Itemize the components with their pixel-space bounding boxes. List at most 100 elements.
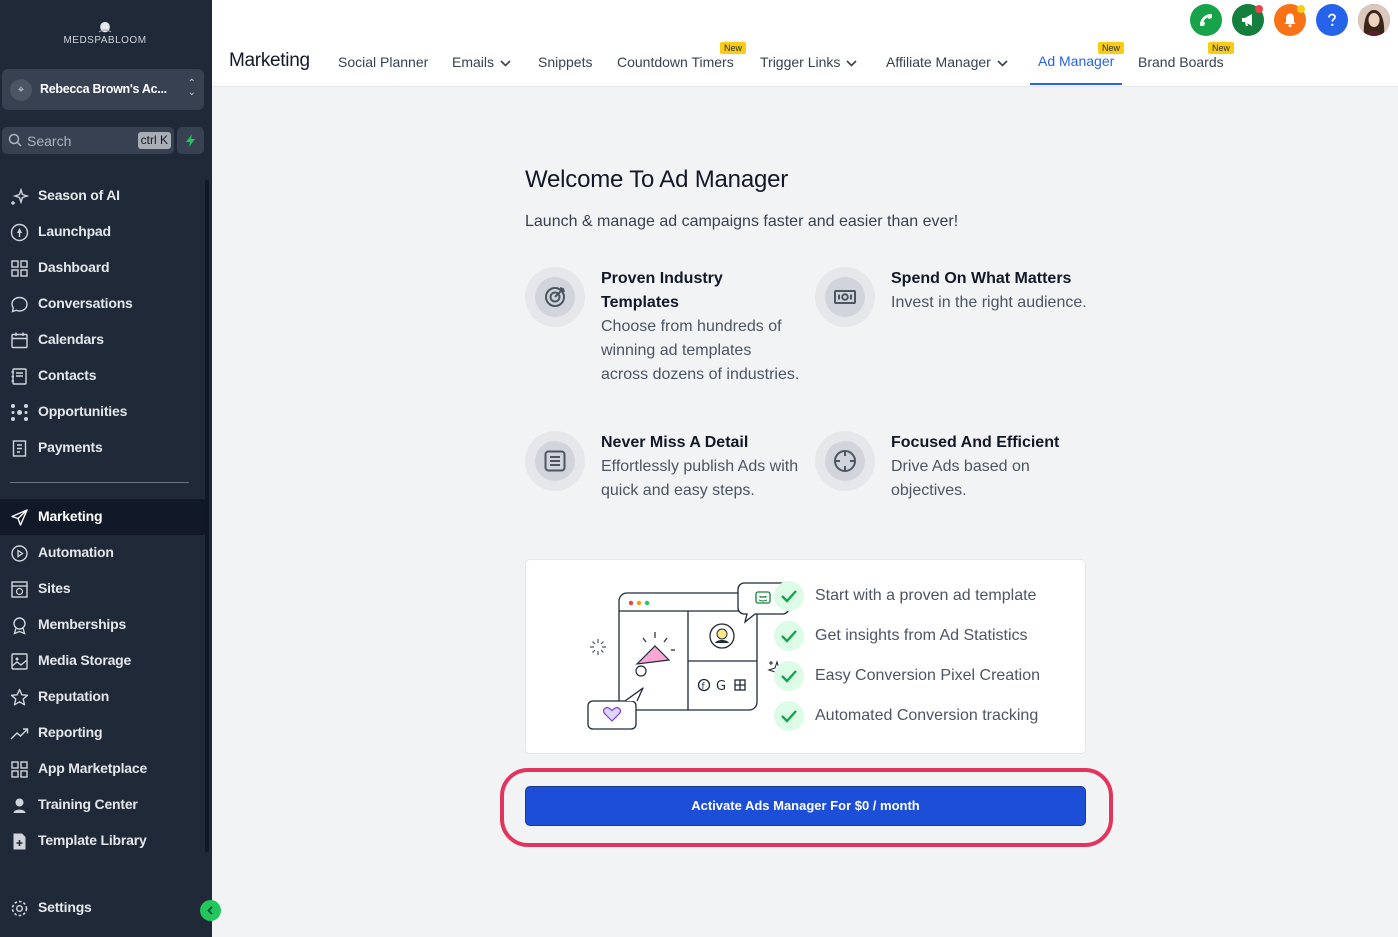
- sidebar-item-launchpad[interactable]: Launchpad: [0, 214, 206, 250]
- sidebar-item-training-center[interactable]: Training Center: [0, 787, 206, 823]
- list-icon: [544, 450, 566, 472]
- checklist-label: Start with a proven ad template: [815, 587, 1037, 604]
- feature-icon-circle: [525, 431, 585, 491]
- sidebar-item-label: Media Storage: [38, 652, 132, 668]
- help-button[interactable]: [1316, 4, 1348, 36]
- sidebar-divider: [10, 482, 189, 483]
- checklist-label: Automated Conversion tracking: [815, 707, 1039, 724]
- sidebar-item-marketing[interactable]: Marketing: [0, 499, 206, 535]
- quick-actions-button[interactable]: [177, 127, 204, 154]
- sidebar-item-label: Memberships: [38, 616, 127, 632]
- brand-logo[interactable]: MEDSPABLOOM: [50, 20, 160, 50]
- tab-brand-boards[interactable]: Brand Boards: [1138, 54, 1224, 70]
- sidebar-item-label: Reputation: [38, 688, 110, 704]
- activate-ads-manager-button[interactable]: Activate Ads Manager For $0 / month: [525, 786, 1086, 826]
- search-box[interactable]: Search ctrl K: [2, 127, 174, 154]
- active-tab-indicator: [1030, 83, 1122, 85]
- sidebar-item-app-marketplace[interactable]: App Marketplace: [0, 751, 206, 787]
- automation-icon: [11, 545, 28, 562]
- sidebar-item-calendars[interactable]: Calendars: [0, 322, 206, 358]
- sidebar-item-sites[interactable]: Sites: [0, 571, 206, 607]
- brand-name: MEDSPABLOOM: [63, 35, 147, 46]
- tab-countdown-timers[interactable]: Countdown Timers: [617, 54, 734, 70]
- ad-illustration: f G: [587, 582, 790, 730]
- tab-emails[interactable]: Emails: [452, 54, 511, 70]
- welcome-subtitle: Launch & manage ad campaigns faster and …: [525, 213, 959, 230]
- feature-proven-templates: Proven Industry Templates Choose from hu…: [525, 267, 799, 417]
- sidebar-item-label: Launchpad: [38, 223, 111, 239]
- send-icon: [11, 509, 28, 526]
- check-icon: [774, 621, 804, 651]
- target-icon: [545, 287, 565, 307]
- chevron-down-icon: [500, 60, 511, 67]
- globe-icon: [11, 581, 28, 598]
- page-title: Marketing: [229, 50, 310, 71]
- help-icon: [1328, 13, 1336, 26]
- sidebar-item-memberships[interactable]: Memberships: [0, 607, 206, 643]
- feature-spend-on-what-matters: Spend On What Matters Invest in the righ…: [815, 267, 1087, 347]
- sidebar-item-label: Contacts: [38, 367, 97, 383]
- sidebar-item-label: Opportunities: [38, 403, 128, 419]
- check-icon: [774, 661, 804, 691]
- search-shortcut: ctrl K: [137, 132, 171, 149]
- phone-button[interactable]: [1190, 4, 1222, 36]
- tab-affiliate-manager[interactable]: Affiliate Manager: [886, 54, 1008, 70]
- sidebar-item-label: App Marketplace: [38, 760, 148, 776]
- sidebar-item-template-library[interactable]: Template Library: [0, 823, 206, 859]
- sidebar-item-conversations[interactable]: Conversations: [0, 286, 206, 322]
- chat-icon: [11, 296, 28, 313]
- collapse-sidebar-button[interactable]: [200, 900, 221, 921]
- tab-label: Affiliate Manager: [886, 54, 991, 70]
- flower-icon: [98, 22, 112, 33]
- feature-icon-circle: [815, 431, 875, 491]
- sidebar-item-season-of-ai[interactable]: Season of AI: [0, 178, 206, 214]
- phone-icon: [1200, 14, 1212, 26]
- sidebar-item-label: Season of AI: [38, 187, 120, 203]
- image-icon: [11, 653, 28, 670]
- chevron-down-icon: [846, 60, 857, 67]
- feature-description: Effortlessly publish Ads with quick and …: [601, 458, 799, 499]
- tab-label: Emails: [452, 54, 495, 70]
- sidebar-item-reporting[interactable]: Reporting: [0, 715, 206, 751]
- feature-never-miss-a-detail: Never Miss A Detail Effortlessly publish…: [525, 431, 798, 531]
- sidebar-item-label: Calendars: [38, 331, 104, 347]
- sidebar-item-label: Marketing: [38, 508, 103, 524]
- tab-social-planner[interactable]: Social Planner: [338, 54, 428, 70]
- check-icon: [774, 581, 804, 611]
- feature-icon-circle: [815, 267, 875, 327]
- chevron-up-down-icon: ⌃ ⌄: [187, 78, 196, 98]
- svg-text:G: G: [716, 679, 726, 694]
- calendar-icon: [11, 332, 28, 349]
- sidebar-item-contacts[interactable]: Contacts: [0, 358, 206, 394]
- sidebar-item-opportunities[interactable]: Opportunities: [0, 394, 206, 430]
- sidebar-item-label: Dashboard: [38, 259, 110, 275]
- sidebar-item-media-storage[interactable]: Media Storage: [0, 643, 206, 679]
- account-switcher[interactable]: ⌖ Rebecca Brown's Ac... ⌃ ⌄: [2, 69, 204, 110]
- welcome-title: Welcome To Ad Manager: [525, 166, 789, 193]
- tab-ad-manager[interactable]: Ad Manager: [1038, 53, 1114, 69]
- trend-icon: [10, 728, 29, 740]
- chevron-left-icon: [207, 906, 213, 915]
- bell-icon: [1284, 13, 1296, 28]
- sidebar-item-settings[interactable]: Settings: [0, 890, 206, 926]
- tab-trigger-links[interactable]: Trigger Links: [760, 54, 857, 70]
- notifications-button[interactable]: [1274, 4, 1306, 36]
- tab-snippets[interactable]: Snippets: [538, 54, 592, 70]
- avatar[interactable]: [1358, 4, 1390, 36]
- sidebar-item-payments[interactable]: Payments: [0, 430, 206, 466]
- feature-description: Drive Ads based on objectives.: [891, 458, 1030, 499]
- sidebar-item-automation[interactable]: Automation: [0, 535, 206, 571]
- announcements-button[interactable]: [1232, 4, 1264, 36]
- checklist-label: Get insights from Ad Statistics: [815, 627, 1028, 644]
- feature-title: Spend On What Matters: [891, 270, 1072, 287]
- gear-icon: [11, 900, 28, 917]
- chevron-down-icon: [997, 60, 1008, 67]
- sidebar-item-label: Automation: [38, 544, 114, 560]
- apps-icon: [11, 761, 28, 778]
- checklist-label: Easy Conversion Pixel Creation: [815, 667, 1040, 684]
- sidebar-item-dashboard[interactable]: Dashboard: [0, 250, 206, 286]
- check-icon: [774, 701, 804, 731]
- benefits-card: f G Start with a proven ad template Get …: [525, 559, 1086, 754]
- feature-description: Invest in the right audience.: [891, 294, 1087, 311]
- sidebar-item-reputation[interactable]: Reputation: [0, 679, 206, 715]
